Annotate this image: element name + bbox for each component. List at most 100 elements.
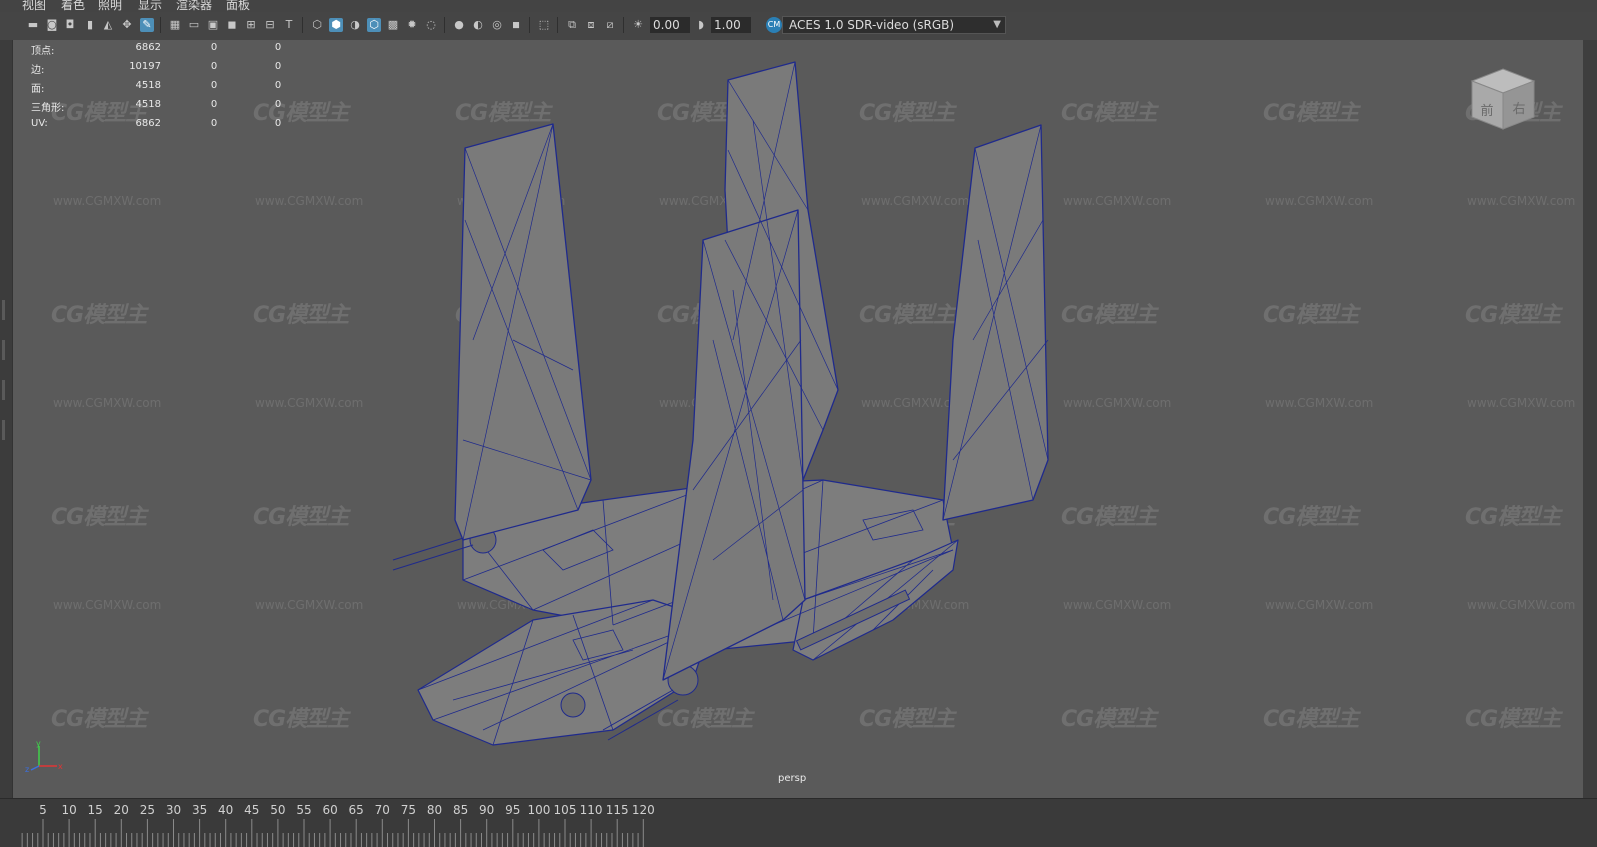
hud-label: UV: bbox=[31, 118, 48, 129]
edge-mark bbox=[2, 380, 5, 400]
hud-row-triangles: 三角形: 4518 0 0 bbox=[31, 99, 301, 118]
hud-value: 6862 bbox=[135, 118, 161, 129]
hud-value: 0 bbox=[274, 61, 282, 72]
menu-panels[interactable]: 面板 bbox=[226, 0, 250, 12]
hud-label: 三角形: bbox=[31, 103, 65, 114]
separator bbox=[557, 17, 558, 33]
camera-attributes-icon[interactable]: ◘ bbox=[63, 18, 77, 32]
panel-toolbar: ▬ ◙ ◘ ▮ ◭ ✥ ✎ ▦ ▭ ▣ ◼ ⊞ ⊟ T ⬡ ⬢ ◑ ⬡ ▩ ✹ … bbox=[0, 12, 1597, 41]
resolution-gate-icon[interactable]: ▣ bbox=[206, 18, 220, 32]
textured-icon[interactable]: ▩ bbox=[386, 18, 400, 32]
isolate-icon[interactable]: ⬚ bbox=[537, 18, 551, 32]
gamma-icon[interactable]: ◗ bbox=[694, 18, 708, 32]
xray-icon[interactable]: ⧉ bbox=[565, 18, 579, 32]
timeline-tick-label: 45 bbox=[244, 803, 260, 817]
hud-value: 0 bbox=[274, 42, 282, 53]
timeline-tick-label: 115 bbox=[605, 803, 629, 817]
exposure-icon[interactable]: ☀ bbox=[631, 18, 645, 32]
hud-row-uvs: UV: 6862 0 0 bbox=[31, 118, 301, 137]
safe-title-icon[interactable]: T bbox=[282, 18, 296, 32]
gamma-field[interactable]: 1.00 bbox=[711, 17, 751, 33]
anti-aliasing-icon[interactable]: ◎ bbox=[490, 18, 504, 32]
timeline-tick-label: 40 bbox=[218, 803, 234, 817]
timeline-tick-label: 50 bbox=[270, 803, 286, 817]
time-ruler bbox=[21, 819, 644, 847]
shadow-icon[interactable]: ◌ bbox=[424, 18, 438, 32]
menu-view[interactable]: 视图 bbox=[22, 0, 46, 12]
wireframe-on-shaded-icon[interactable]: ⬡ bbox=[367, 18, 381, 32]
timeline-tick-label: 55 bbox=[296, 803, 312, 817]
separator bbox=[444, 17, 445, 33]
hud-label: 边: bbox=[31, 65, 45, 76]
menu-shading[interactable]: 着色 bbox=[61, 0, 85, 12]
wireframe-icon[interactable]: ⬡ bbox=[310, 18, 324, 32]
separator bbox=[302, 17, 303, 33]
timeline-tick-label: 85 bbox=[452, 803, 469, 817]
xray-joints-icon[interactable]: ⧈ bbox=[584, 18, 598, 32]
hud-label: 面: bbox=[31, 84, 45, 95]
lighting-icon[interactable]: ✹ bbox=[405, 18, 419, 32]
chevron-down-icon: ▼ bbox=[993, 19, 1001, 30]
hud-value: 4518 bbox=[135, 80, 161, 91]
timeline-tick-label: 35 bbox=[191, 803, 208, 817]
camera-name-label: persp bbox=[778, 773, 807, 784]
right-edge-strip bbox=[1583, 40, 1597, 798]
grid-icon[interactable]: ▦ bbox=[168, 18, 182, 32]
default-material-icon[interactable]: ◑ bbox=[348, 18, 362, 32]
view-cube[interactable]: 前 右 bbox=[1468, 65, 1538, 133]
gate-mask-icon[interactable]: ◼ bbox=[225, 18, 239, 32]
separator bbox=[529, 17, 530, 33]
hud-label: 顶点: bbox=[31, 46, 55, 57]
menu-lighting[interactable]: 照明 bbox=[98, 0, 122, 12]
hud-value: 0 bbox=[210, 80, 218, 91]
time-slider[interactable]: 5 10 15 20 25 30 35 40 45 50 55 60 65 70 75 80 85 90 95 100… bbox=[0, 798, 1597, 847]
bookmark-icon[interactable]: ▮ bbox=[83, 18, 97, 32]
menu-show[interactable]: 显示 bbox=[138, 0, 162, 12]
hud-value: 0 bbox=[274, 80, 282, 91]
screen-space-ao-icon[interactable]: ● bbox=[452, 18, 466, 32]
exposure-field[interactable]: 0.00 bbox=[650, 17, 690, 33]
left-edge-strip bbox=[0, 40, 13, 798]
wing-front-center bbox=[662, 209, 806, 681]
timeline-tick-label: 15 bbox=[87, 803, 103, 817]
safe-action-icon[interactable]: ⊟ bbox=[263, 18, 277, 32]
separator bbox=[623, 17, 624, 33]
edge-mark bbox=[2, 420, 5, 440]
field-chart-icon[interactable]: ⊞ bbox=[244, 18, 258, 32]
xray-components-icon[interactable]: ⧄ bbox=[603, 18, 617, 32]
image-plane-icon[interactable]: ◭ bbox=[101, 18, 115, 32]
axis-x-label: x bbox=[58, 762, 63, 771]
motion-blur-icon[interactable]: ◐ bbox=[471, 18, 485, 32]
lock-camera-icon[interactable]: ◙ bbox=[45, 18, 59, 32]
menu-renderer[interactable]: 渲染器 bbox=[176, 0, 212, 12]
edge-mark bbox=[2, 300, 5, 320]
hud-value: 0 bbox=[210, 118, 218, 129]
timeline-tick-label: 65 bbox=[348, 803, 364, 817]
grease-pencil-icon[interactable]: ✎ bbox=[140, 18, 154, 32]
model-wireframe bbox=[392, 61, 1049, 746]
hud-value: 4518 bbox=[135, 99, 161, 110]
color-management-icon[interactable]: CM bbox=[766, 17, 782, 33]
viewport[interactable]: CG模型主 CG模型主 CG模型主 CG模型主 CG模型主 CG模型主 CG模型主 CG模型主… bbox=[13, 40, 1597, 798]
film-gate-icon[interactable]: ▭ bbox=[187, 18, 201, 32]
select-camera-icon[interactable]: ▬ bbox=[26, 18, 40, 32]
timeline-tick-label: 100 bbox=[527, 803, 551, 817]
timeline-tick-label: 105 bbox=[553, 803, 577, 817]
hud-value: 0 bbox=[274, 99, 282, 110]
timeline-tick-label: 75 bbox=[400, 803, 417, 817]
view-transform-dropdown[interactable]: ACES 1.0 SDR-video (sRGB) ▼ bbox=[782, 16, 1006, 34]
smooth-shade-icon[interactable]: ⬢ bbox=[329, 18, 343, 32]
view-cube-right-label: 右 bbox=[1512, 102, 1525, 117]
hud-value: 0 bbox=[274, 118, 282, 129]
timeline-tick-label: 20 bbox=[113, 803, 129, 817]
hud-row-vertices: 顶点: 6862 0 0 bbox=[31, 42, 301, 61]
view-transform-value: ACES 1.0 SDR-video (sRGB) bbox=[789, 18, 955, 32]
menu-bar: 视图 着色 照明 显示 渲染器 面板 bbox=[0, 0, 1597, 12]
hud-value: 0 bbox=[210, 42, 218, 53]
timeline-tick-label: 110 bbox=[579, 803, 603, 817]
depth-of-field-icon[interactable]: ◾ bbox=[509, 18, 523, 32]
timeline-tick-label: 5 bbox=[39, 803, 47, 817]
two-d-pan-icon[interactable]: ✥ bbox=[120, 18, 134, 32]
hud-value: 6862 bbox=[135, 42, 161, 53]
wing-rear-left bbox=[454, 123, 592, 541]
